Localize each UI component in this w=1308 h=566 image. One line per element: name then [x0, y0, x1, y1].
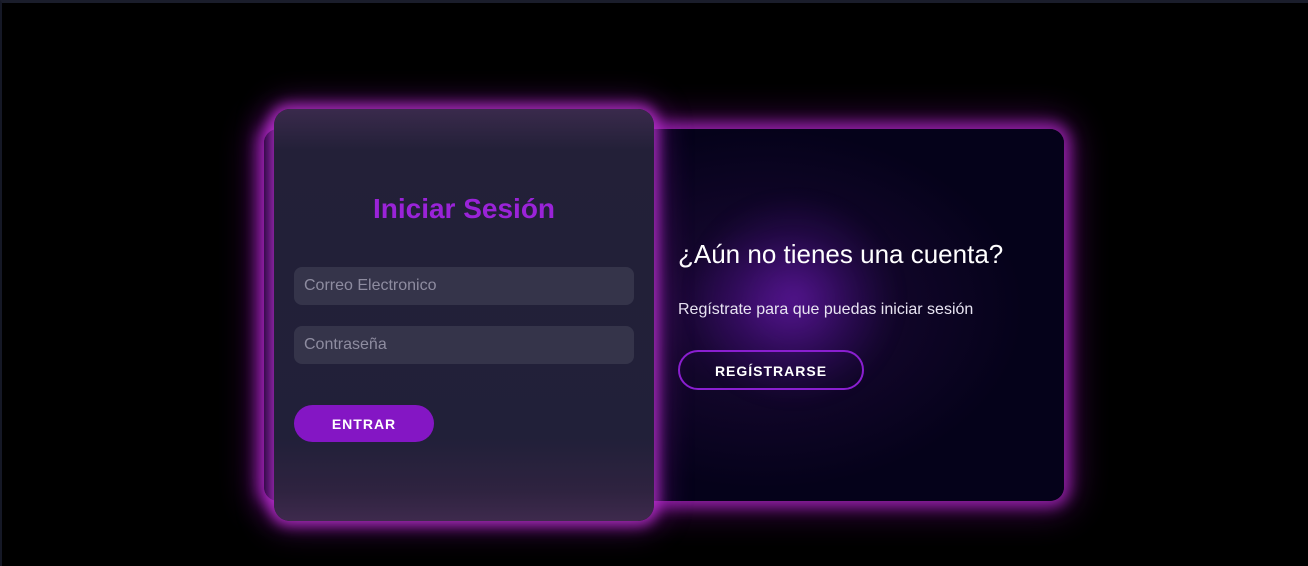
- signup-description: Regístrate para que puedas iniciar sesió…: [678, 301, 974, 318]
- login-button[interactable]: ENTRAR: [294, 405, 434, 442]
- email-field[interactable]: [294, 267, 634, 305]
- login-card: Iniciar Sesión ENTRAR: [274, 109, 654, 521]
- login-title: Iniciar Sesión: [372, 193, 556, 224]
- password-field[interactable]: [294, 326, 634, 364]
- page-frame: ¿Aún no tienes una cuenta? Regístrate pa…: [0, 0, 1308, 566]
- signup-title: ¿Aún no tienes una cuenta?: [678, 239, 1004, 269]
- signup-panel: ¿Aún no tienes una cuenta? Regístrate pa…: [678, 129, 1064, 501]
- register-button[interactable]: REGÍSTRARSE: [678, 350, 864, 390]
